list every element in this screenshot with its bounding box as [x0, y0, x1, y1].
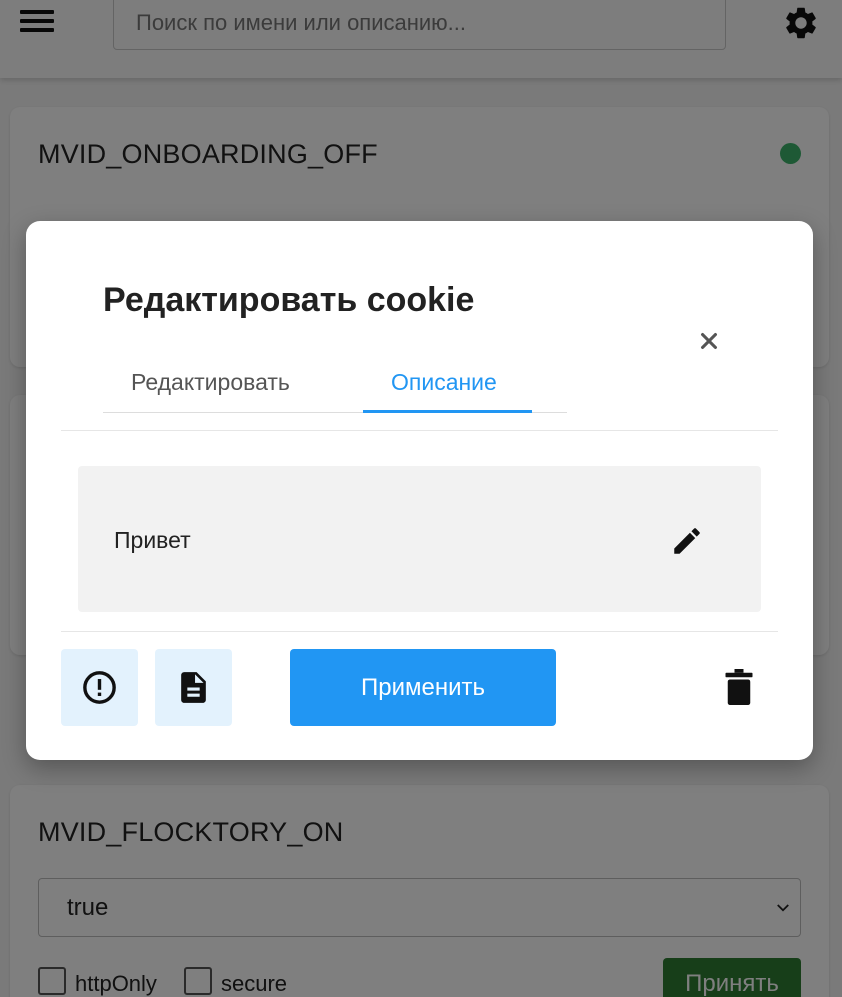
apply-button[interactable]: Применить [290, 649, 556, 726]
divider [61, 631, 778, 632]
document-icon [181, 672, 206, 703]
close-icon[interactable] [698, 330, 720, 352]
divider [61, 430, 778, 431]
document-button[interactable] [155, 649, 232, 726]
description-text: Привет [114, 527, 191, 553]
description-panel: Привет [78, 466, 761, 612]
tab-description[interactable]: Описание [391, 369, 497, 396]
info-button[interactable] [61, 649, 138, 726]
trash-icon[interactable] [724, 669, 754, 705]
edit-cookie-dialog: Редактировать cookie Редактировать Описа… [26, 221, 813, 760]
tab-edit[interactable]: Редактировать [131, 369, 290, 396]
dialog-title: Редактировать cookie [103, 281, 475, 319]
active-tab-indicator [363, 410, 532, 413]
pencil-icon[interactable] [670, 524, 704, 558]
exclamation-circle-icon [83, 671, 116, 704]
tab-bar: Редактировать Описание [103, 361, 567, 413]
app-page: MVID_ONBOARDING_OFF MVID_FLOCKTORY_ON tr… [0, 0, 842, 997]
